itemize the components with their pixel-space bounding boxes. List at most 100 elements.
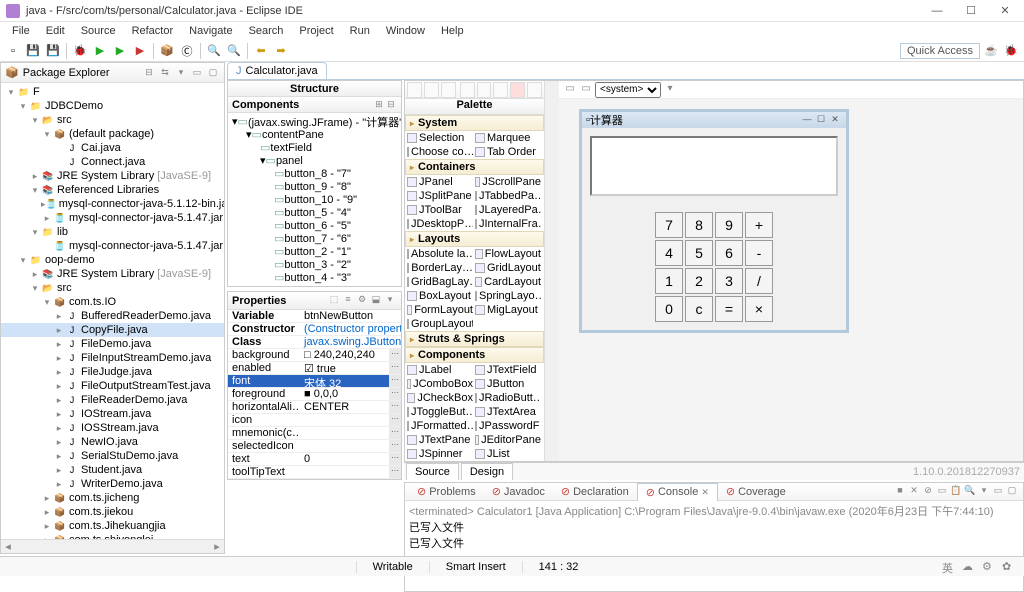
palette-item[interactable]: Tab Order: [473, 145, 541, 159]
tree-node[interactable]: ▸📦com.ts.Jihekuangjia: [1, 519, 224, 533]
console-toolbar-icon[interactable]: 📋: [949, 485, 963, 499]
perspective-java-icon[interactable]: ☕: [982, 42, 1000, 60]
property-row[interactable]: text0⋯: [228, 453, 401, 466]
console-toolbar-icon[interactable]: ✕: [907, 485, 921, 499]
props-btn1-icon[interactable]: ⬚: [327, 294, 341, 308]
calc-button[interactable]: /: [745, 268, 773, 294]
canvas-tool-icon[interactable]: ▾: [663, 83, 677, 97]
palette-item[interactable]: JRadioButt…: [473, 391, 541, 405]
palette-item[interactable]: Absolute la…: [405, 247, 473, 261]
tree-node[interactable]: ▸JFileDemo.java: [1, 337, 224, 351]
menu-search[interactable]: Search: [241, 23, 292, 39]
minimize-button[interactable]: —: [924, 3, 950, 19]
pal-delete-icon[interactable]: [510, 82, 525, 98]
component-node[interactable]: ▭button_7 - "6": [228, 232, 401, 245]
palette-scrollbar[interactable]: [545, 81, 559, 461]
menu-help[interactable]: Help: [433, 23, 472, 39]
palette-item[interactable]: BoxLayout: [405, 289, 473, 303]
calc-button[interactable]: -: [745, 240, 773, 266]
calc-button[interactable]: 8: [685, 212, 713, 238]
tray-icon[interactable]: ✿: [1002, 560, 1016, 574]
component-node[interactable]: ▭button_4 - "3": [228, 271, 401, 284]
ext-tools-icon[interactable]: ▶: [131, 42, 149, 60]
save-icon[interactable]: 💾: [24, 42, 42, 60]
tray-icon[interactable]: ⚙: [982, 560, 996, 574]
menu-file[interactable]: File: [4, 23, 38, 39]
palette-item[interactable]: GridBagLay…: [405, 275, 473, 289]
tree-node[interactable]: ▾📦(default package): [1, 127, 224, 141]
editor-tab-calculator[interactable]: J Calculator.java: [227, 62, 327, 79]
tree-node[interactable]: ▸JIOStream.java: [1, 407, 224, 421]
close-button[interactable]: ✕: [992, 3, 1018, 19]
palette-item[interactable]: JEditorPane: [473, 433, 541, 447]
props-btn5-icon[interactable]: ▾: [383, 294, 397, 308]
console-toolbar-icon[interactable]: ▭: [991, 485, 1005, 499]
tree-node[interactable]: JConnect.java: [1, 155, 224, 169]
run-icon[interactable]: ▶: [91, 42, 109, 60]
tab-design[interactable]: Design: [461, 463, 513, 480]
console-toolbar-icon[interactable]: ■: [893, 485, 907, 499]
calc-button[interactable]: 3: [715, 268, 743, 294]
new-icon[interactable]: ▫: [4, 42, 22, 60]
canvas-tool-icon[interactable]: ▭: [579, 83, 593, 97]
property-row[interactable]: mnemonic(c…⋯: [228, 427, 401, 440]
palette-item[interactable]: Marquee: [473, 131, 541, 145]
menu-window[interactable]: Window: [378, 23, 433, 39]
coverage-icon[interactable]: ▶: [111, 42, 129, 60]
palette-item[interactable]: JButton: [473, 377, 541, 391]
palette-category[interactable]: Components: [405, 347, 544, 363]
minimize-view-icon[interactable]: ▭: [190, 66, 204, 80]
quick-access[interactable]: Quick Access: [900, 43, 980, 59]
palette-category[interactable]: Struts & Springs: [405, 331, 544, 347]
property-row[interactable]: background□ 240,240,240⋯: [228, 349, 401, 362]
calc-button[interactable]: 7: [655, 212, 683, 238]
pal-tool-icon[interactable]: [424, 82, 439, 98]
component-node[interactable]: ▭button_5 - "4": [228, 206, 401, 219]
tree-node[interactable]: ▾📂src: [1, 113, 224, 127]
debug-icon[interactable]: 🐞: [71, 42, 89, 60]
tray-icon[interactable]: ☁: [962, 560, 976, 574]
tree-node[interactable]: ▸📦com.ts.jiekou: [1, 505, 224, 519]
system-select[interactable]: <system>: [595, 82, 661, 98]
property-row[interactable]: enabled☑ true⋯: [228, 362, 401, 375]
palette-item[interactable]: JLabel: [405, 363, 473, 377]
component-node[interactable]: ▾▭contentPane: [228, 128, 401, 141]
property-row[interactable]: toolTipText⋯: [228, 466, 401, 479]
palette-item[interactable]: GroupLayout: [405, 317, 473, 331]
canvas-tool-icon[interactable]: ▭: [563, 83, 577, 97]
property-row[interactable]: font宋体 32⋯: [228, 375, 401, 388]
palette-item[interactable]: MigLayout: [473, 303, 541, 317]
console-tab-javadoc[interactable]: ⊘Javadoc: [484, 483, 553, 500]
property-row[interactable]: foreground■ 0,0,0⋯: [228, 388, 401, 401]
calc-textfield[interactable]: [590, 136, 838, 196]
calc-button[interactable]: 4: [655, 240, 683, 266]
jframe-max-icon[interactable]: ☐: [814, 114, 828, 126]
menu-source[interactable]: Source: [73, 23, 124, 39]
property-row[interactable]: Constructor(Constructor properties): [228, 323, 401, 336]
palette-category[interactable]: Containers: [405, 159, 544, 175]
scrollbar-h[interactable]: ◂▸: [1, 539, 224, 553]
console-tab-declaration[interactable]: ⊘Declaration: [553, 483, 637, 500]
calc-button[interactable]: 5: [685, 240, 713, 266]
jframe-close-icon[interactable]: ✕: [828, 114, 842, 126]
calc-button[interactable]: 1: [655, 268, 683, 294]
tree-node[interactable]: ▸JWriterDemo.java: [1, 477, 224, 491]
palette-item[interactable]: JTabbedPa…: [473, 189, 541, 203]
pal-cut-icon[interactable]: [460, 82, 475, 98]
open-type-icon[interactable]: 🔍: [205, 42, 223, 60]
new-class-icon[interactable]: Ⓒ: [178, 42, 196, 60]
palette-item[interactable]: JLayeredPa…: [473, 203, 541, 217]
tree-node[interactable]: ▾📁F: [1, 85, 224, 99]
component-node[interactable]: ▭button_8 - "7": [228, 167, 401, 180]
tree-node[interactable]: ▾📁oop-demo: [1, 253, 224, 267]
component-node[interactable]: ▾▭panel: [228, 154, 401, 167]
console-toolbar-icon[interactable]: ⊘: [921, 485, 935, 499]
palette-item[interactable]: CardLayout: [473, 275, 541, 289]
tree-node[interactable]: ▾📦com.ts.IO: [1, 295, 224, 309]
design-jframe[interactable]: ▫ 计算器 — ☐ ✕ 789+456-123/0c=×: [579, 109, 849, 333]
palette-item[interactable]: JPanel: [405, 175, 473, 189]
tree-node[interactable]: ▸📚JRE System Library [JavaSE-9]: [1, 267, 224, 281]
view-menu-icon[interactable]: ▾: [174, 66, 188, 80]
palette-item[interactable]: JList: [473, 447, 541, 461]
tree-node[interactable]: ▸🫙mysql-connector-java-5.1.12-bin.jar - …: [1, 197, 224, 211]
